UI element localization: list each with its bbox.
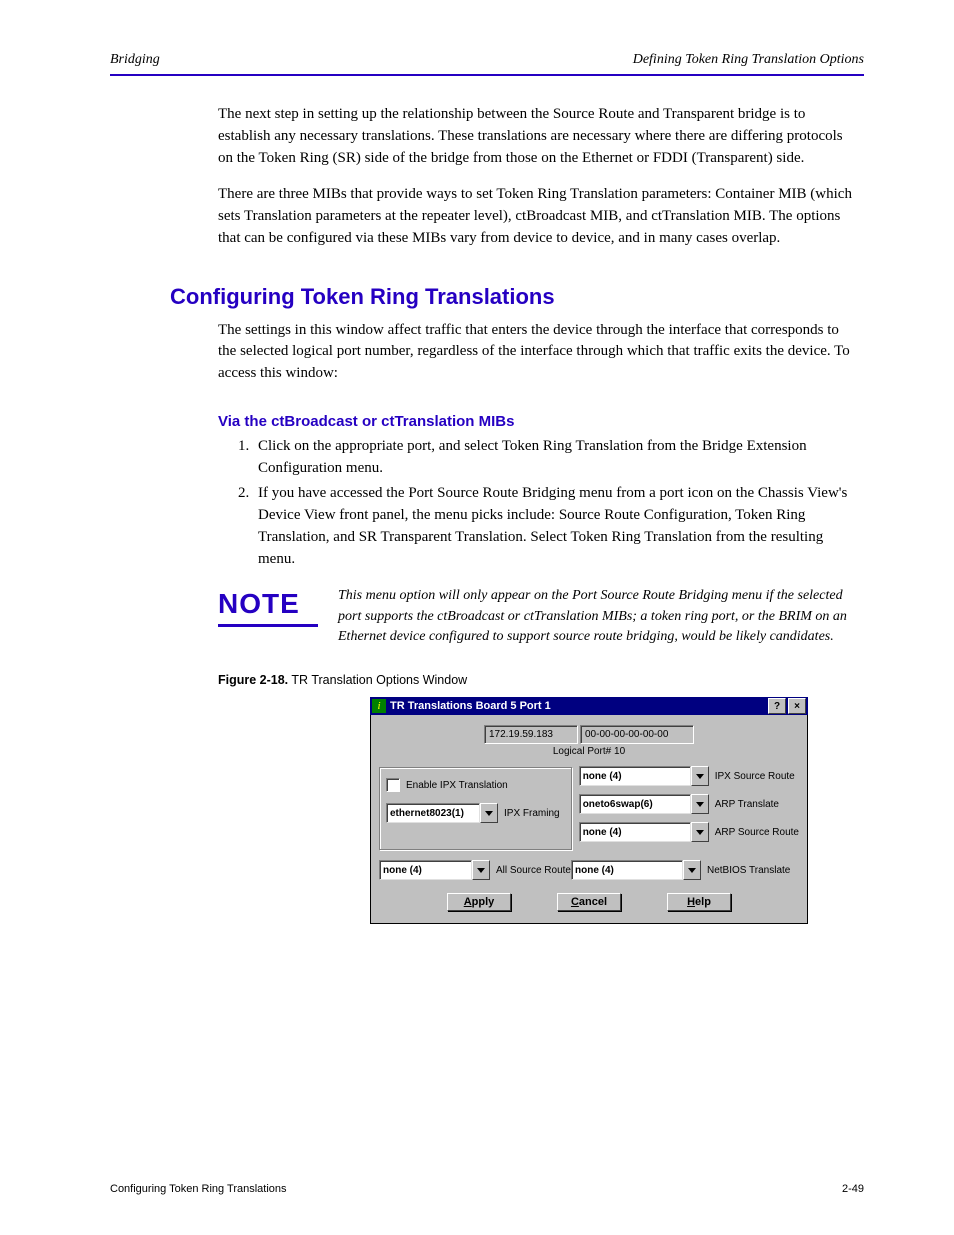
enable-ipx-label: Enable IPX Translation [406, 780, 508, 791]
arp-translate-label: ARP Translate [715, 799, 779, 810]
ipx-source-route-label: IPX Source Route [715, 771, 795, 782]
cancel-button[interactable]: Cancel [557, 893, 621, 911]
mac-field: 00-00-00-00-00-00 [580, 725, 694, 744]
ipx-groupbox: Enable IPX Translation ethernet8023(1) I… [379, 767, 573, 851]
chevron-down-icon[interactable] [691, 794, 709, 814]
ipx-framing-label: IPX Framing [504, 808, 560, 819]
chevron-down-icon[interactable] [691, 766, 709, 786]
intro-para-1: The next step in setting up the relation… [218, 104, 858, 169]
section-heading: Configuring Token Ring Translations [170, 284, 864, 310]
tr-translations-dialog: i TR Translations Board 5 Port 1 ? × 172… [370, 697, 808, 924]
help-button[interactable]: Help [667, 893, 731, 911]
ip-field: 172.19.59.183 [484, 725, 578, 744]
apply-button[interactable]: Apply [447, 893, 511, 911]
close-icon[interactable]: × [788, 698, 806, 714]
netbios-translate-combo[interactable]: none (4) [571, 861, 701, 879]
titlebar[interactable]: i TR Translations Board 5 Port 1 ? × [370, 697, 808, 715]
footer-left: Configuring Token Ring Translations [110, 1183, 287, 1195]
step-2-text: If you have accessed the Port Source Rou… [258, 483, 858, 570]
all-source-route-combo[interactable]: none (4) [379, 861, 490, 879]
enable-ipx-checkbox[interactable] [386, 778, 400, 792]
help-icon[interactable]: ? [768, 698, 786, 714]
netbios-translate-label: NetBIOS Translate [707, 865, 790, 876]
chevron-down-icon[interactable] [683, 860, 701, 880]
arp-translate-combo[interactable]: oneto6swap(6) [579, 795, 709, 813]
all-source-route-label: All Source Route [496, 865, 571, 876]
ipx-framing-combo[interactable]: ethernet8023(1) [386, 804, 498, 822]
step-1-text: Click on the appropriate port, and selec… [258, 436, 858, 480]
step-2: 2. If you have accessed the Port Source … [238, 483, 858, 570]
window-title: TR Translations Board 5 Port 1 [390, 700, 766, 712]
header-rule [110, 74, 864, 76]
note-text: This menu option will only appear on the… [338, 586, 858, 647]
chevron-down-icon[interactable] [691, 822, 709, 842]
chevron-down-icon[interactable] [480, 803, 498, 823]
arp-source-route-combo[interactable]: none (4) [579, 823, 709, 841]
header-left: Bridging [110, 52, 160, 68]
arp-source-route-label: ARP Source Route [715, 827, 799, 838]
note-label: NOTE [218, 586, 338, 647]
subheading: Via the ctBroadcast or ctTranslation MIB… [218, 413, 864, 430]
chevron-down-icon[interactable] [472, 860, 490, 880]
intro-para-2: There are three MIBs that provide ways t… [218, 184, 858, 249]
step-1: 1. Click on the appropriate port, and se… [238, 436, 858, 480]
section-para: The settings in this window affect traff… [218, 320, 858, 385]
logical-port-label: Logical Port# 10 [379, 746, 799, 757]
app-icon: i [372, 699, 386, 713]
figure-caption: Figure 2-18. TR Translation Options Wind… [218, 673, 864, 687]
ipx-source-route-combo[interactable]: none (4) [579, 767, 709, 785]
header-right: Defining Token Ring Translation Options [633, 52, 864, 68]
footer-right: 2-49 [842, 1183, 864, 1195]
